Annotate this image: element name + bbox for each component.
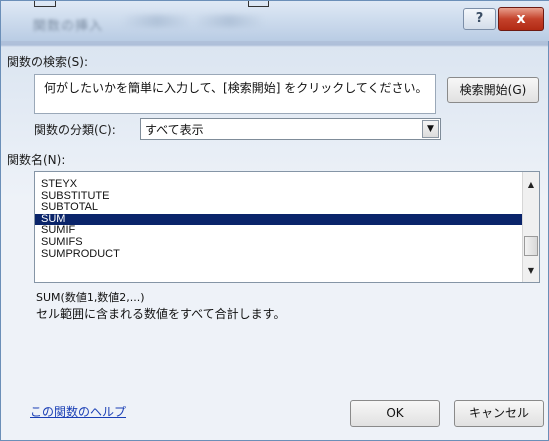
function-description: セル範囲に含まれる数値をすべて合計します。 xyxy=(36,307,286,321)
search-input[interactable]: 何がしたいかを簡単に入力して、[検索開始] をクリックしてください。 xyxy=(34,74,436,114)
list-item[interactable]: SUBSTITUTE xyxy=(41,191,523,202)
list-item-selected[interactable]: SUM xyxy=(35,214,523,225)
function-name-label: 関数名(N): xyxy=(7,153,66,167)
list-item[interactable]: STEYX xyxy=(41,179,523,190)
scroll-up-icon[interactable]: ▲ xyxy=(523,178,539,192)
category-label: 関数の分類(C): xyxy=(34,123,116,137)
dialog-title: 関数の挿入 xyxy=(33,19,104,34)
annotation-box xyxy=(34,1,56,7)
category-select[interactable]: すべて表示 ▼ xyxy=(140,118,441,140)
list-item[interactable]: SUMIFS xyxy=(41,237,523,248)
list-item[interactable]: SUMPRODUCT xyxy=(41,249,523,260)
title-bar[interactable]: 関数の挿入 ? x xyxy=(1,1,549,41)
list-item[interactable]: SUMIF xyxy=(41,225,523,236)
scroll-thumb[interactable] xyxy=(524,236,538,256)
function-listbox[interactable]: STEYX SUBSTITUTE SUBTOTAL SUM SUMIF SUMI… xyxy=(34,171,540,283)
search-label: 関数の検索(S): xyxy=(7,55,89,69)
close-button[interactable]: x xyxy=(498,7,544,31)
list-scrollbar[interactable]: ▲ ▼ xyxy=(522,172,539,282)
list-item[interactable]: SUBTOTAL xyxy=(41,202,523,213)
annotation-box xyxy=(248,1,269,7)
function-help-link[interactable]: この関数のヘルプ xyxy=(30,403,126,420)
title-bar-blur xyxy=(121,15,301,27)
insert-function-dialog: 関数の挿入 ? x 関数の検索(S): 何がしたいかを簡単に入力して、[検索開始… xyxy=(0,0,549,441)
chevron-down-icon[interactable]: ▼ xyxy=(422,120,439,138)
category-selected-value: すべて表示 xyxy=(145,123,204,137)
scroll-down-icon[interactable]: ▼ xyxy=(523,264,539,278)
search-start-button[interactable]: 検索開始(G) xyxy=(447,77,539,103)
cancel-button[interactable]: キャンセル xyxy=(454,400,544,427)
help-button[interactable]: ? xyxy=(463,8,496,30)
function-syntax: SUM(数値1,数値2,...) xyxy=(36,291,145,304)
ok-button[interactable]: OK xyxy=(350,400,440,427)
